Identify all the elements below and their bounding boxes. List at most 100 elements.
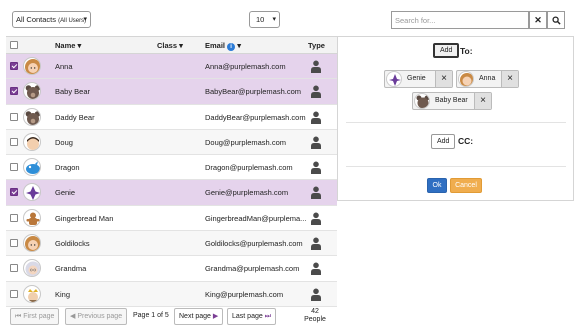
contact-name: Anna xyxy=(55,62,73,71)
person-icon xyxy=(310,85,322,99)
table-header: Name ▾ Class ▾ Email i ▾ Type xyxy=(6,37,337,54)
recipient-name: Anna xyxy=(479,75,496,82)
contacts-filter-sublabel: (All Users) xyxy=(58,18,87,24)
email-header-label: Email xyxy=(205,41,226,50)
contacts-filter-label: All Contacts xyxy=(16,15,57,24)
contact-email: DaddyBear@purplemash.com xyxy=(205,112,306,122)
dragon-avatar xyxy=(23,158,41,177)
contact-email: GingerbreadMan@purplema... xyxy=(205,213,307,223)
row-checkbox[interactable] xyxy=(10,87,18,96)
cancel-button[interactable]: Cancel xyxy=(450,178,482,193)
contact-name: Daddy Bear xyxy=(55,112,95,122)
previous-page-button[interactable]: ◀ Previous page xyxy=(65,308,128,325)
remove-recipient-button[interactable]: × xyxy=(474,93,491,109)
page-size-value: 10 xyxy=(256,15,265,24)
gingerbread-avatar xyxy=(23,208,41,227)
next-page-button[interactable]: Next page ▶ xyxy=(174,308,224,325)
genie-avatar xyxy=(386,71,402,87)
table-row[interactable]: Gingerbread Man GingerbreadMan@purplema..… xyxy=(6,205,337,232)
chevron-down-icon: ▾ xyxy=(272,16,276,23)
select-all-checkbox[interactable] xyxy=(10,41,18,49)
recipients-panel: Add To: Genie × Anna × Baby Bear × Add C… xyxy=(337,36,574,201)
row-checkbox[interactable] xyxy=(10,163,18,172)
search-button[interactable] xyxy=(547,11,565,29)
class-column-header[interactable]: Class ▾ xyxy=(157,41,183,50)
previous-page-label: Previous page xyxy=(77,313,123,320)
person-icon xyxy=(310,212,322,225)
divider xyxy=(346,122,566,123)
email-column-header[interactable]: Email i ▾ xyxy=(205,41,241,51)
search-icon xyxy=(551,15,561,25)
person-icon xyxy=(310,288,322,301)
clear-search-button[interactable]: ✕ xyxy=(529,11,547,29)
to-label: To: xyxy=(460,46,473,56)
contact-email: BabyBear@purplemash.com xyxy=(205,87,301,97)
bear-avatar xyxy=(414,93,430,109)
table-row[interactable]: Genie Genie@purplemash.com xyxy=(6,180,337,206)
genie-avatar xyxy=(23,183,41,202)
contacts-filter-select[interactable]: All Contacts (All Users) ▾ xyxy=(12,11,91,28)
contact-email: Doug@purplemash.com xyxy=(205,137,286,147)
girl-avatar xyxy=(458,71,474,87)
search-input[interactable] xyxy=(391,11,529,29)
table-row[interactable]: Doug Doug@purplemash.com xyxy=(6,129,337,156)
previous-page-icon: ◀ xyxy=(70,313,76,320)
close-icon: × xyxy=(507,73,513,84)
table-row[interactable]: King King@purplemash.com xyxy=(6,281,337,307)
cc-label: CC: xyxy=(458,136,474,146)
last-page-label: Last page xyxy=(232,313,263,320)
person-icon xyxy=(310,262,322,276)
table-row[interactable]: Dragon Dragon@purplemash.com xyxy=(6,155,337,181)
table-row[interactable]: Daddy Bear DaddyBear@purplemash.com xyxy=(6,104,337,130)
person-icon xyxy=(310,136,322,149)
row-checkbox[interactable] xyxy=(10,264,18,273)
girl-avatar xyxy=(23,234,41,253)
last-page-button[interactable]: Last page ⏭ xyxy=(227,308,277,325)
next-page-icon: ▶ xyxy=(212,313,219,320)
row-checkbox[interactable] xyxy=(10,137,18,146)
toolbar: All Contacts (All Users) ▾ 10 ▾ ✕ xyxy=(0,0,580,34)
table-row[interactable]: Grandma Grandma@purplemash.com xyxy=(6,256,337,282)
row-checkbox[interactable] xyxy=(10,62,18,70)
info-icon[interactable]: i xyxy=(227,43,236,51)
contact-name: King xyxy=(55,289,71,299)
grandma-avatar xyxy=(23,259,41,278)
row-checkbox[interactable] xyxy=(10,239,18,248)
bear-avatar xyxy=(23,82,41,101)
bear-avatar xyxy=(23,107,41,126)
row-checkbox[interactable] xyxy=(10,188,18,197)
last-page-icon: ⏭ xyxy=(264,313,272,320)
first-page-button[interactable]: ⏮ First page xyxy=(10,308,60,325)
pagination: ⏮ First page ◀ Previous page Page 1 of 5… xyxy=(6,306,337,328)
contact-name: Goldilocks xyxy=(55,239,90,249)
person-icon xyxy=(310,111,322,124)
contact-name: Gingerbread Man xyxy=(55,213,114,223)
chevron-down-icon: ▾ xyxy=(83,16,87,23)
ok-button[interactable]: Ok xyxy=(427,178,447,193)
remove-recipient-button[interactable]: × xyxy=(435,71,452,87)
add-cc-button[interactable]: Add xyxy=(431,134,456,149)
girl-avatar xyxy=(23,57,41,75)
contact-email: Genie@purplemash.com xyxy=(205,188,289,198)
row-checkbox[interactable] xyxy=(10,112,18,121)
contact-email: King@purplemash.com xyxy=(205,289,284,299)
contact-name: Dragon xyxy=(55,163,80,173)
row-checkbox[interactable] xyxy=(10,213,18,222)
people-count: 42 People xyxy=(304,308,326,324)
table-row[interactable]: Anna Anna@purplemash.com xyxy=(6,54,337,80)
recipient-chip-anna: Anna × xyxy=(456,70,519,88)
page-info: Page 1 of 5 xyxy=(133,312,169,319)
contact-email: Dragon@purplemash.com xyxy=(205,163,293,173)
table-row[interactable]: Goldilocks Goldilocks@purplemash.com xyxy=(6,231,337,257)
type-column-header: Type xyxy=(308,41,325,50)
row-checkbox[interactable] xyxy=(10,289,18,298)
table-row[interactable]: Baby Bear BabyBear@purplemash.com xyxy=(6,79,337,105)
page-size-select[interactable]: 10 ▾ xyxy=(249,11,280,28)
people-count-value: 42 xyxy=(311,308,319,315)
divider xyxy=(346,166,566,167)
name-column-header[interactable]: Name ▾ xyxy=(55,41,81,50)
contact-email: Grandma@purplemash.com xyxy=(205,264,300,274)
remove-recipient-button[interactable]: × xyxy=(501,71,518,87)
contact-email: Goldilocks@purplemash.com xyxy=(205,239,303,249)
add-to-button[interactable]: Add xyxy=(433,43,460,58)
